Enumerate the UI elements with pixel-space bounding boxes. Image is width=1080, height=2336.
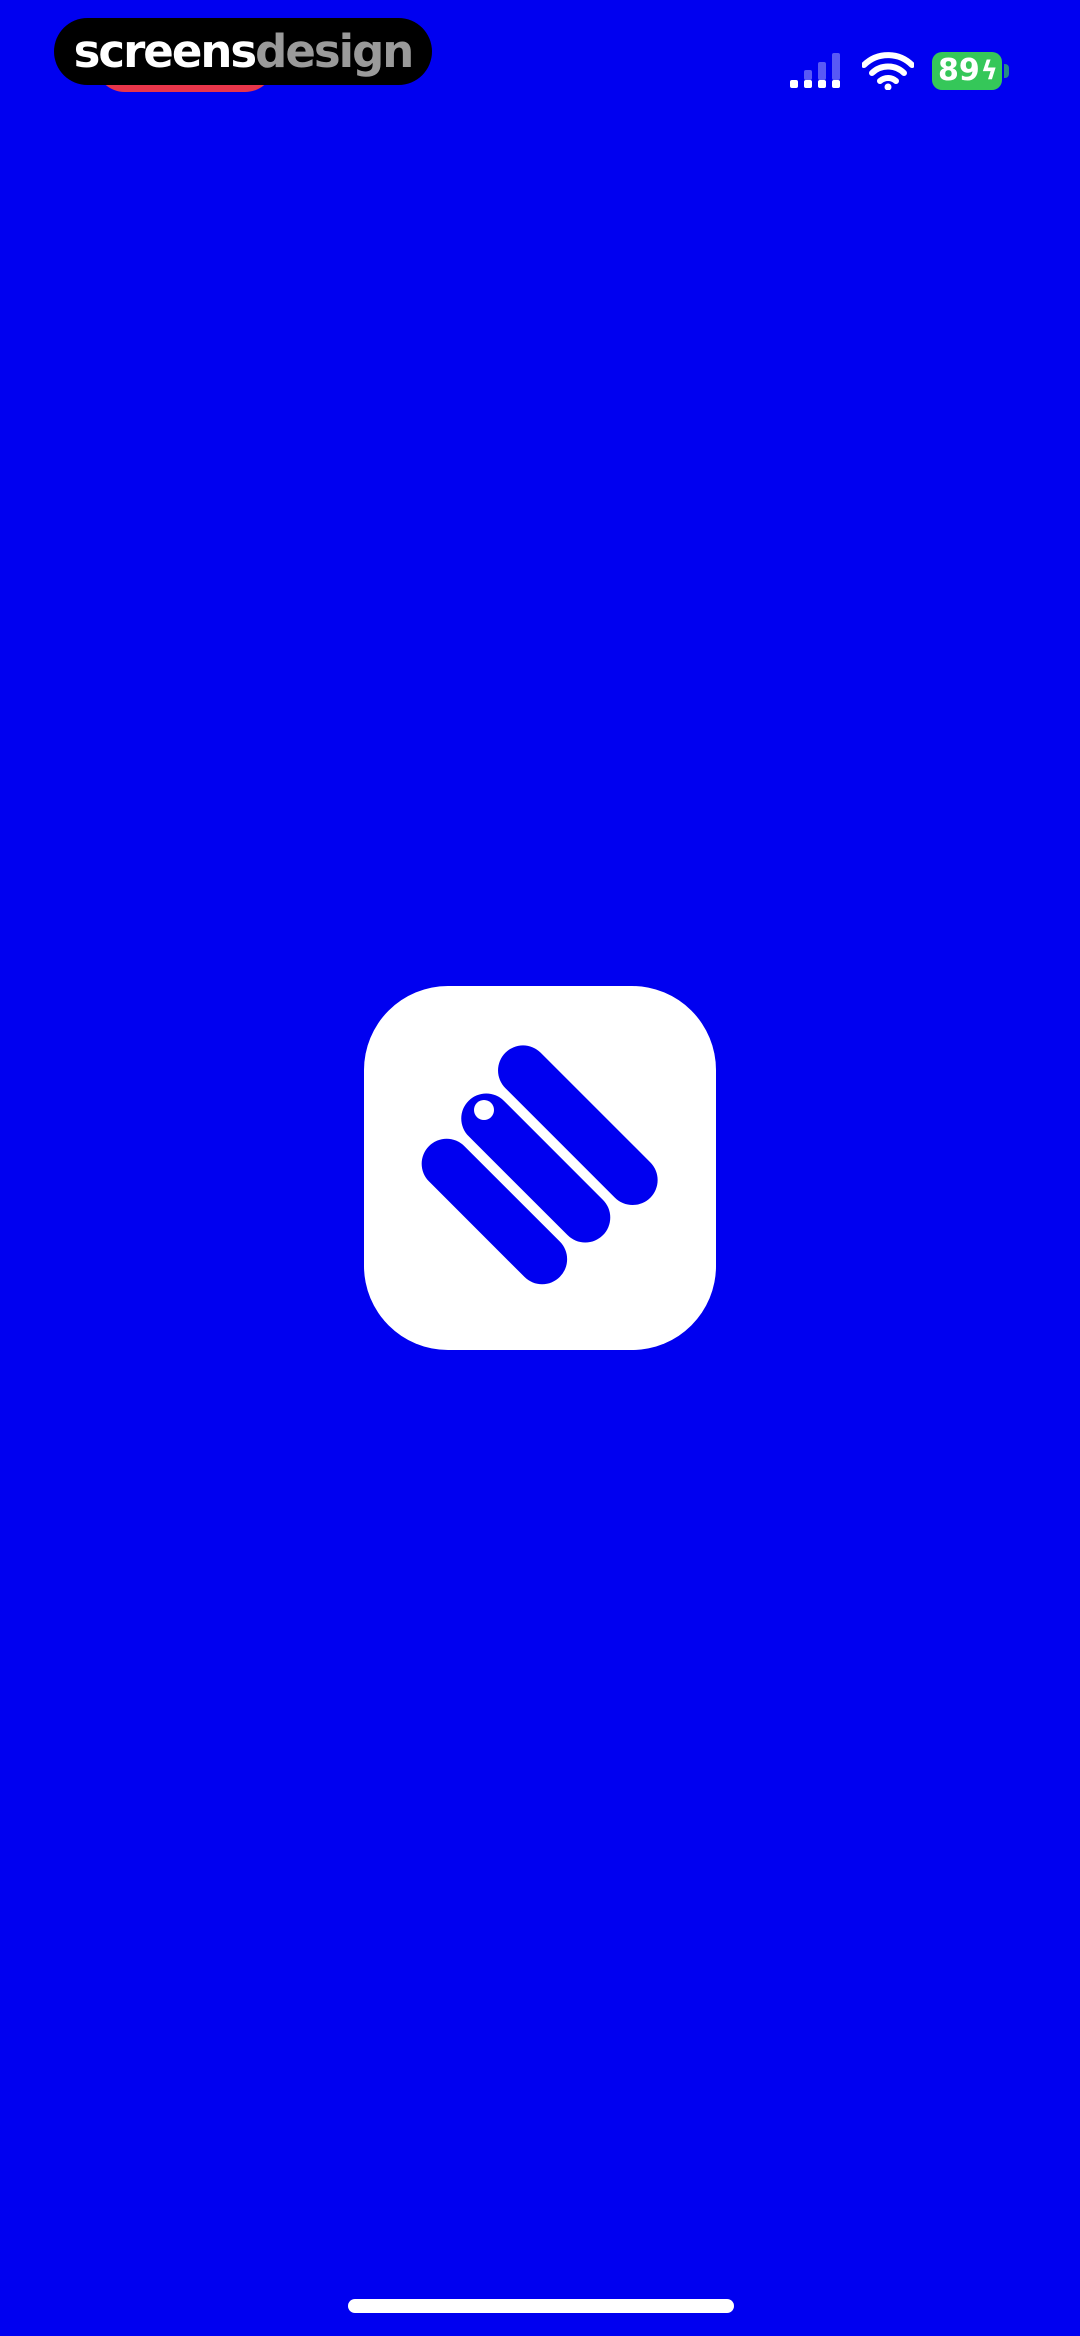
battery-body: 89 ϟ	[932, 52, 1002, 90]
watermark-logo: screens design	[54, 18, 432, 85]
watermark-text-primary: screens	[73, 25, 258, 78]
battery-icon: 89 ϟ	[932, 52, 1010, 90]
splash-screen: screens design 89 ϟ	[0, 0, 1080, 2336]
status-bar: screens design 89 ϟ	[0, 0, 1080, 140]
signal-icon	[790, 53, 840, 88]
battery-nub	[1004, 64, 1009, 78]
app-logo	[364, 986, 716, 1350]
charging-bolt-icon: ϟ	[980, 56, 998, 86]
app-logo-icon	[421, 1045, 658, 1285]
battery-level: 89	[938, 53, 980, 88]
wifi-icon	[862, 52, 914, 90]
home-indicator[interactable]	[348, 2299, 734, 2313]
watermark-text-secondary: design	[255, 25, 414, 78]
